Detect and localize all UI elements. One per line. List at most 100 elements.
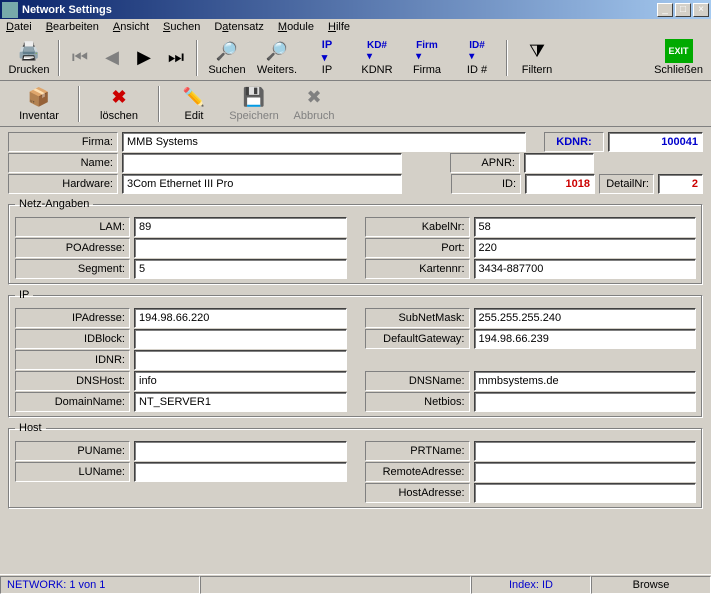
menu-hilfe[interactable]: Hilfe — [328, 21, 350, 33]
field-domainname[interactable]: NT_SERVER1 — [134, 392, 347, 412]
field-luname[interactable] — [134, 462, 347, 482]
status-record: NETWORK: 1 von 1 — [0, 576, 200, 594]
field-remoteadresse[interactable] — [474, 462, 697, 482]
kdnr-button[interactable]: KD#▾ KDNR — [352, 37, 402, 78]
cancel-icon: ✖ — [302, 85, 326, 109]
floppy-icon: 💾 — [242, 85, 266, 109]
title-bar: Network Settings _ □ × — [0, 0, 711, 19]
menu-datensatz[interactable]: Datensatz — [214, 21, 264, 33]
label-puname: PUName: — [15, 441, 130, 461]
firma-icon: Firm▾ — [415, 39, 439, 63]
group-host: Host PUName: LUName: PRTName: RemoteAdre… — [8, 422, 703, 509]
window-title: Network Settings — [22, 4, 655, 16]
binoculars-next-icon: 🔎 — [265, 39, 289, 63]
label-dnsname: DNSName: — [365, 371, 470, 391]
menu-bearbeiten[interactable]: Bearbeiten — [46, 21, 99, 33]
label-segment: Segment: — [15, 259, 130, 279]
field-lam[interactable]: 89 — [134, 217, 347, 237]
app-icon — [2, 2, 18, 18]
status-index: Index: ID — [471, 576, 591, 594]
print-button[interactable]: 🖨️ Drucken — [4, 37, 54, 78]
filter-button[interactable]: ⧩ Filtern — [512, 37, 562, 78]
search-button[interactable]: 🔎 Suchen — [202, 37, 252, 78]
label-subnetmask: SubNetMask: — [365, 308, 470, 328]
label-netbios: Netbios: — [365, 392, 470, 412]
minimize-button[interactable]: _ — [657, 3, 673, 17]
menu-bar: Datei Bearbeiten Ansicht Suchen Datensat… — [0, 19, 711, 35]
label-kartennr: Kartennr: — [365, 259, 470, 279]
field-idblock[interactable] — [134, 329, 347, 349]
nav-next-button[interactable]: ▶ — [128, 44, 160, 72]
first-icon: ⏮ — [68, 46, 92, 70]
label-kdnr: KDNR: — [544, 132, 604, 152]
menu-ansicht[interactable]: Ansicht — [113, 21, 149, 33]
field-prtname[interactable] — [474, 441, 697, 461]
ip-icon: IP▾ — [315, 39, 339, 63]
field-subnetmask[interactable]: 255.255.255.240 — [474, 308, 697, 328]
save-button[interactable]: 💾 Speichern — [224, 83, 284, 124]
delete-button[interactable]: ✖ löschen — [84, 83, 154, 124]
field-kabelnr[interactable]: 58 — [474, 217, 697, 237]
field-poadresse[interactable] — [134, 238, 347, 258]
id-icon: ID#▾ — [465, 39, 489, 63]
nav-prev-button[interactable]: ◀ — [96, 44, 128, 72]
search-next-button[interactable]: 🔎 Weiters. — [252, 37, 302, 78]
close-button[interactable]: × — [693, 3, 709, 17]
menu-suchen[interactable]: Suchen — [163, 21, 200, 33]
field-name[interactable] — [122, 153, 402, 173]
legend-ip: IP — [15, 289, 33, 301]
label-poadresse: POAdresse: — [15, 238, 130, 258]
field-puname[interactable] — [134, 441, 347, 461]
cancel-button[interactable]: ✖ Abbruch — [284, 83, 344, 124]
field-ipadresse[interactable]: 194.98.66.220 — [134, 308, 347, 328]
label-prtname: PRTName: — [365, 441, 470, 461]
firma-button[interactable]: Firm▾ Firma — [402, 37, 452, 78]
label-detailnr: DetailNr: — [599, 174, 654, 194]
label-apnr: APNR: — [450, 153, 520, 173]
binoculars-icon: 🔎 — [215, 39, 239, 63]
last-icon: ⏭ — [164, 46, 188, 70]
menu-datei[interactable]: Datei — [6, 21, 32, 33]
toolbar-main: 🖨️ Drucken ⏮ ◀ ▶ ⏭ 🔎 Suchen 🔎 Weiters. I… — [0, 35, 711, 81]
field-detailnr[interactable]: 2 — [658, 174, 703, 194]
status-mode: Browse — [591, 576, 711, 594]
field-hardware[interactable]: 3Com Ethernet III Pro — [122, 174, 402, 194]
label-domainname: DomainName: — [15, 392, 130, 412]
ip-button[interactable]: IP▾ IP — [302, 37, 352, 78]
nav-first-button[interactable]: ⏮ — [64, 44, 96, 72]
legend-netz: Netz-Angaben — [15, 198, 93, 210]
field-apnr[interactable] — [524, 153, 594, 173]
inventar-button[interactable]: 📦 Inventar — [4, 83, 74, 124]
menu-module[interactable]: Module — [278, 21, 314, 33]
field-kdnr[interactable]: 100041 — [608, 132, 703, 152]
maximize-button[interactable]: □ — [675, 3, 691, 17]
field-dnsname[interactable]: mmbsystems.de — [474, 371, 697, 391]
status-bar: NETWORK: 1 von 1 Index: ID Browse — [0, 574, 711, 594]
label-idblock: IDBlock: — [15, 329, 130, 349]
field-port[interactable]: 220 — [474, 238, 697, 258]
field-defaultgateway[interactable]: 194.98.66.239 — [474, 329, 697, 349]
field-id[interactable]: 1018 — [525, 174, 595, 194]
next-icon: ▶ — [132, 46, 156, 70]
group-netz: Netz-Angaben LAM:89 POAdresse: Segment:5… — [8, 198, 703, 285]
label-dnshost: DNSHost: — [15, 371, 130, 391]
field-kartennr[interactable]: 3434-887700 — [474, 259, 697, 279]
label-id: ID: — [451, 174, 521, 194]
edit-button[interactable]: ✏️ Edit — [164, 83, 224, 124]
field-hostadresse[interactable] — [474, 483, 697, 503]
delete-x-icon: ✖ — [107, 85, 131, 109]
field-netbios[interactable] — [474, 392, 697, 412]
label-kabelnr: KabelNr: — [365, 217, 470, 237]
idnum-button[interactable]: ID#▾ ID # — [452, 37, 502, 78]
label-defaultgateway: DefaultGateway: — [365, 329, 470, 349]
field-firma[interactable]: MMB Systems — [122, 132, 526, 152]
label-hostadresse: HostAdresse: — [365, 483, 470, 503]
field-segment[interactable]: 5 — [134, 259, 347, 279]
pencil-icon: ✏️ — [182, 85, 206, 109]
field-idnr[interactable] — [134, 350, 347, 370]
close-app-button[interactable]: EXIT Schließen — [650, 37, 707, 78]
field-dnshost[interactable]: info — [134, 371, 347, 391]
nav-last-button[interactable]: ⏭ — [160, 44, 192, 72]
label-remoteadresse: RemoteAdresse: — [365, 462, 470, 482]
label-idnr: IDNR: — [15, 350, 130, 370]
